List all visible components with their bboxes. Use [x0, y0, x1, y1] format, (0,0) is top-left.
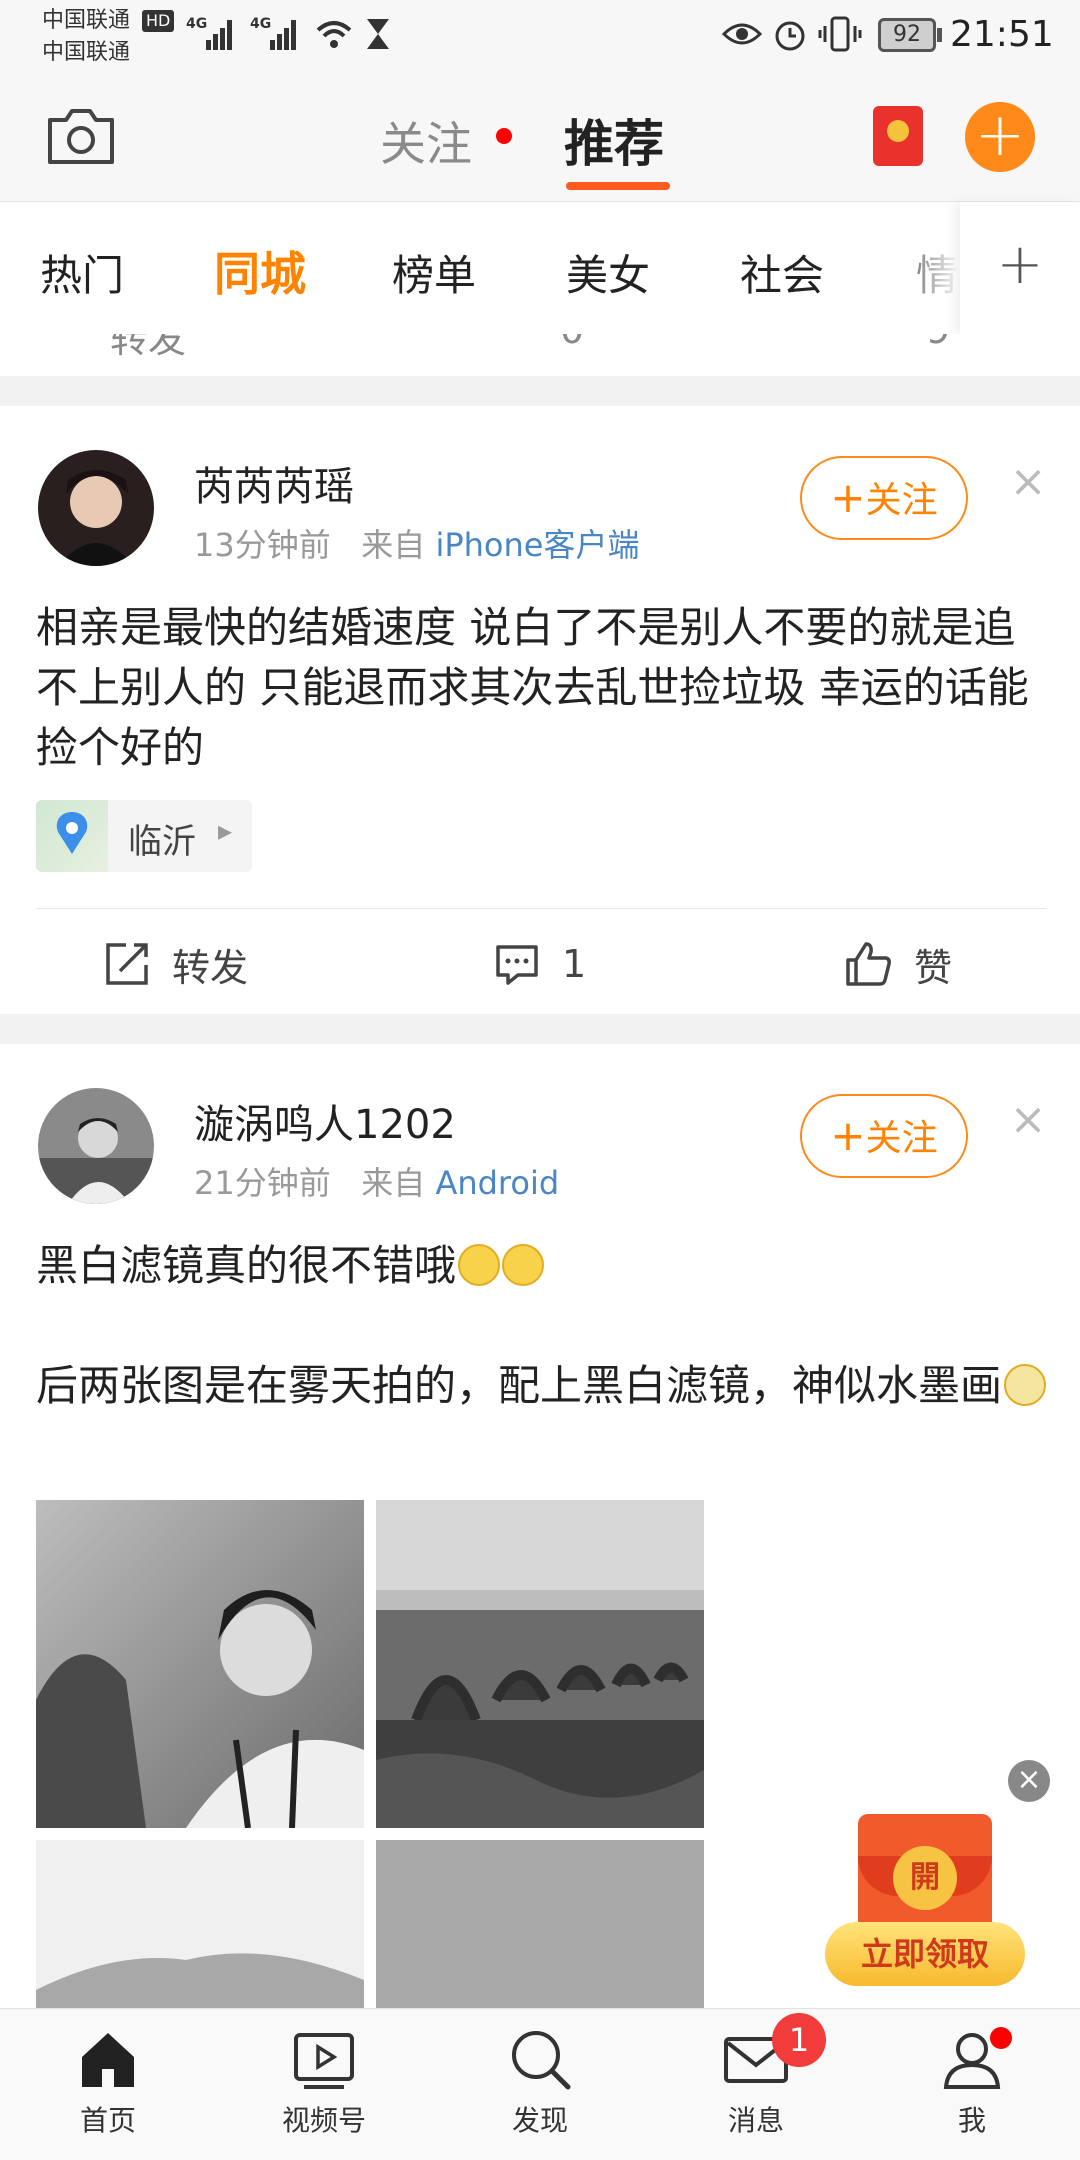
- repost-icon: [106, 943, 148, 985]
- dismiss-post-icon[interactable]: ×: [1008, 460, 1048, 504]
- glasses-emoji-icon: [1004, 1364, 1047, 1406]
- map-thumb: [36, 800, 108, 872]
- from-label: 来自: [361, 526, 426, 564]
- prev-comment-count[interactable]: 0: [560, 334, 584, 352]
- video-icon: [294, 2033, 354, 2089]
- source-link[interactable]: iPhone客户端: [435, 526, 639, 564]
- carrier-2: 中国联通: [42, 40, 131, 65]
- prev-like-count[interactable]: 9: [926, 334, 950, 352]
- hd-badge: HD: [142, 10, 175, 32]
- like-button[interactable]: 赞: [844, 936, 952, 992]
- vibrate-icon: [818, 16, 862, 52]
- signal-icon: [206, 14, 234, 50]
- post-text-line1: 黑白滤镜真的很不错哦: [36, 1236, 1046, 1296]
- nav-home[interactable]: 首页: [0, 2027, 216, 2139]
- compose-button[interactable]: +: [965, 102, 1035, 172]
- channel-beauty[interactable]: 美女: [566, 242, 650, 303]
- camera-icon[interactable]: [46, 106, 116, 166]
- alarm-icon: [775, 21, 805, 51]
- source-link[interactable]: Android: [435, 1164, 559, 1202]
- from-label: 来自: [361, 1164, 426, 1202]
- clock: 21:51: [950, 14, 1054, 55]
- post-photo[interactable]: [376, 1500, 704, 1828]
- post-meta: 13分钟前 来自 iPhone客户端: [194, 520, 639, 566]
- me-new-dot: [990, 2027, 1012, 2049]
- channel-bar: 热门 同城 榜单 美女 社会 情 +: [0, 202, 1080, 334]
- nav-me[interactable]: 我: [864, 2027, 1080, 2139]
- channel-society[interactable]: 社会: [740, 242, 824, 303]
- divider: [36, 908, 1046, 909]
- post-card: 芮芮芮瑶 13分钟前 来自 iPhone客户端 +关注 × 相亲是最快的结婚速度…: [0, 406, 1080, 1014]
- post-photo[interactable]: [376, 1840, 704, 2008]
- prev-repost[interactable]: 转发: [110, 334, 186, 363]
- search-icon: [512, 2031, 571, 2090]
- carrier-1: 中国联通: [42, 8, 131, 33]
- follow-new-dot: [496, 128, 512, 144]
- wifi-icon: [316, 21, 352, 48]
- top-nav: 关注 推荐 +: [0, 72, 1080, 202]
- channel-add-button[interactable]: +: [960, 202, 1080, 334]
- time-ago: 13分钟前: [194, 526, 331, 564]
- nav-video[interactable]: 视频号: [216, 2027, 432, 2139]
- comment-button[interactable]: 1: [494, 936, 586, 992]
- post-text-line2: 后两张图是在雾天拍的，配上黑白滤镜，神似水墨画: [36, 1356, 1047, 1416]
- tab-follow[interactable]: 关注: [380, 108, 472, 174]
- prev-post-actions: 转发 0 9: [0, 334, 1080, 376]
- time-ago: 21分钟前: [194, 1164, 331, 1202]
- post-photo[interactable]: [36, 1840, 364, 2008]
- channel-fade: [880, 202, 960, 334]
- hourglass-icon: [367, 19, 389, 49]
- battery-indicator: 92: [878, 18, 936, 52]
- nav-messages[interactable]: 消息: [648, 2027, 864, 2139]
- envelope-seal[interactable]: 開: [893, 1846, 957, 1910]
- username[interactable]: 漩涡鸣人1202: [194, 1092, 456, 1150]
- eye-icon: [722, 23, 762, 45]
- comment-icon: [496, 945, 538, 985]
- location-pin-icon: [56, 812, 88, 854]
- tab-active-indicator: [566, 182, 670, 190]
- repost-button[interactable]: 转发: [104, 936, 248, 992]
- home-icon: [82, 2033, 134, 2087]
- username[interactable]: 芮芮芮瑶: [194, 454, 354, 512]
- battery-tip: [937, 28, 942, 42]
- signal-icon-2: [270, 14, 298, 50]
- channel-ranking[interactable]: 榜单: [392, 242, 476, 303]
- post-photo[interactable]: [36, 1500, 364, 1828]
- grin-emoji-icon: [458, 1244, 501, 1286]
- follow-button[interactable]: +关注: [800, 456, 968, 540]
- grin-emoji-icon: [502, 1244, 545, 1286]
- post-text: 相亲是最快的结婚速度 说白了不是别人不要的就是追不上别人的 只能退而求其次去乱世…: [36, 603, 1029, 772]
- close-promo-icon[interactable]: ×: [1008, 1760, 1050, 1802]
- avatar[interactable]: [38, 450, 154, 566]
- nav-discover[interactable]: 发现: [432, 2027, 648, 2139]
- follow-button[interactable]: +关注: [800, 1094, 968, 1178]
- channel-local[interactable]: 同城: [214, 238, 306, 304]
- location-chip[interactable]: 临沂 ▸: [36, 800, 252, 872]
- thumbs-up-icon: [846, 942, 891, 986]
- chevron-right-icon: ▸: [218, 814, 233, 847]
- channel-hot[interactable]: 热门: [40, 242, 124, 303]
- network-type-1: 4G: [186, 16, 208, 32]
- red-packet-icon[interactable]: [873, 106, 923, 166]
- location-name: 临沂: [128, 822, 196, 862]
- claim-button[interactable]: 立即领取: [825, 1922, 1025, 1986]
- tab-recommend[interactable]: 推荐: [564, 104, 664, 176]
- bottom-nav: 首页 视频号 发现 消息 1 我: [0, 2008, 1080, 2160]
- message-badge: 1: [772, 2013, 826, 2067]
- network-type-2: 4G: [250, 16, 272, 32]
- status-bar: 中国联通 HD 中国联通 4G 4G 92 21:51: [0, 0, 1080, 72]
- avatar[interactable]: [38, 1088, 154, 1204]
- post-meta: 21分钟前 来自 Android: [194, 1158, 559, 1204]
- dismiss-post-icon[interactable]: ×: [1008, 1098, 1048, 1142]
